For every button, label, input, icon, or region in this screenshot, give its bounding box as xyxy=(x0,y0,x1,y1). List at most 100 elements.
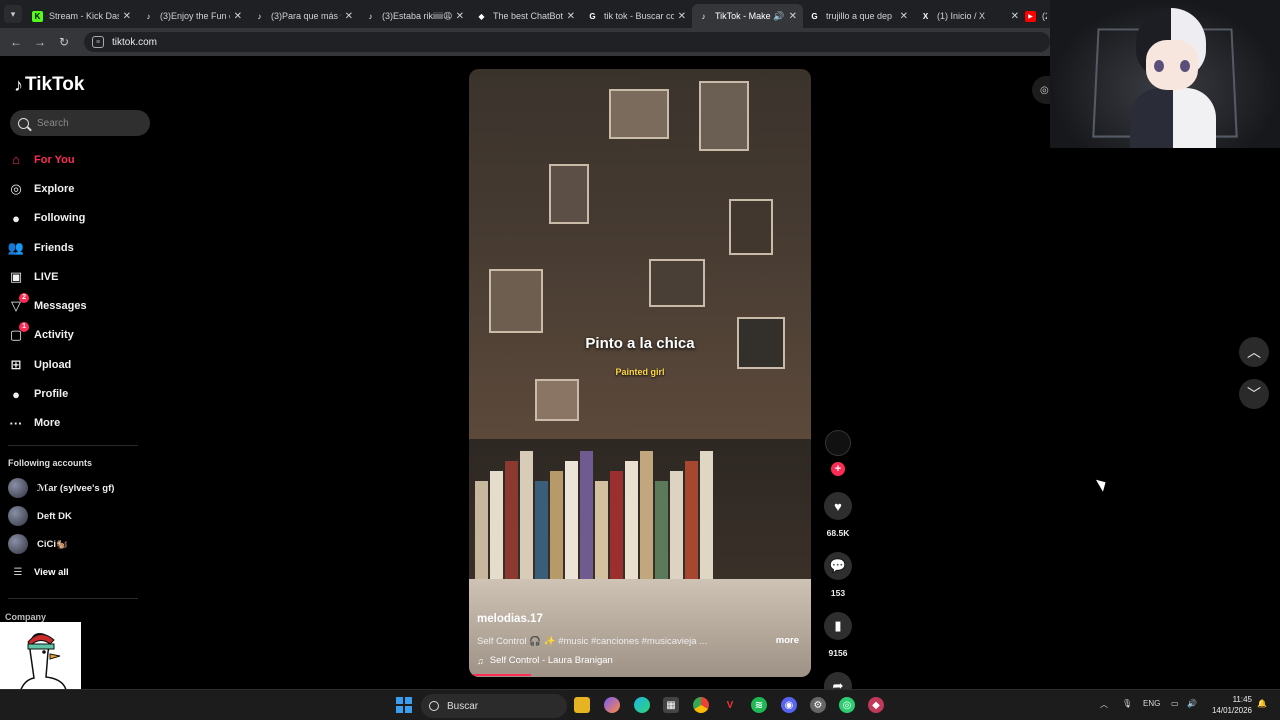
browser-tab[interactable]: X (1) Inicio / X ✕ xyxy=(914,4,1025,28)
nav-item-upload[interactable]: ⊞ Upload xyxy=(8,350,148,379)
discord-icon[interactable]: ◉ xyxy=(781,697,797,713)
back-button[interactable]: ← xyxy=(8,34,24,50)
browser-tab[interactable]: ♪ TikTok - Make 🔊 ✕ xyxy=(692,4,803,28)
comment-button[interactable]: 💬 xyxy=(824,552,852,580)
reload-button[interactable]: ↻ xyxy=(56,34,72,50)
following-account[interactable]: ℳar (sylvee's gf) xyxy=(8,478,114,498)
browser-tab[interactable]: K Stream - Kick Das ✕ xyxy=(26,4,137,28)
language-indicator[interactable]: ENG xyxy=(1143,699,1160,708)
browser-tab[interactable]: Gtrujillo a que dep ✕ xyxy=(803,4,914,28)
close-tab-icon[interactable]: ✕ xyxy=(789,11,797,22)
forward-button[interactable]: → xyxy=(32,34,48,50)
close-tab-icon[interactable]: ✕ xyxy=(234,11,242,22)
following-account[interactable]: Deft DK xyxy=(8,506,72,526)
nav-item-following[interactable]: ● Following xyxy=(8,204,148,233)
nav-item-live[interactable]: ▣ LIVE xyxy=(8,262,148,291)
upload-icon: ⊞ xyxy=(10,356,22,372)
chrome-icon[interactable] xyxy=(693,697,709,713)
comments-count: 153 xyxy=(830,588,846,598)
close-tab-icon[interactable]: ✕ xyxy=(345,11,353,22)
close-tab-icon[interactable]: ✕ xyxy=(900,11,908,22)
browser-tab[interactable]: ♪ (3)Estaba rikiiiii😩 ✕ xyxy=(359,4,470,28)
network-icon[interactable]: ▭ xyxy=(1171,699,1179,708)
tab-overflow[interactable]: ▶ (2 xyxy=(1025,4,1047,28)
tab-title: (3)Para que más ᵉ xyxy=(271,11,341,21)
nav-item-for-you[interactable]: ⌂ For You xyxy=(8,145,148,174)
nav-item-label: More xyxy=(34,417,61,430)
close-tab-icon[interactable]: ✕ xyxy=(123,11,131,22)
browser-tab[interactable]: ◆ The best ChatBot ✕ xyxy=(470,4,581,28)
windows-start-button[interactable] xyxy=(396,697,412,713)
follow-button[interactable]: + xyxy=(831,462,845,476)
app-icon[interactable]: ◆ xyxy=(868,697,884,713)
previous-video-button[interactable]: ︿ xyxy=(1239,337,1269,367)
notification-badge: 1 xyxy=(19,322,29,333)
video-author[interactable]: melodias.17 xyxy=(477,613,543,625)
browser-tab[interactable]: Gtik tok - Buscar co ✕ xyxy=(581,4,692,28)
settings-app-icon[interactable]: ⚙ xyxy=(810,697,826,713)
notifications-icon[interactable]: 🔔 xyxy=(1257,699,1267,708)
book-spine xyxy=(700,451,713,579)
book-spine xyxy=(625,461,638,579)
likes-count: 68.5K xyxy=(826,528,850,538)
next-video-button[interactable]: ﹀ xyxy=(1239,379,1269,409)
following-account[interactable]: CiCi🐿️ xyxy=(8,534,68,554)
search-input[interactable]: Search xyxy=(10,110,150,136)
nav-item-label: Activity xyxy=(34,329,74,342)
close-tab-icon[interactable]: ✕ xyxy=(678,11,686,22)
following-accounts-title: Following accounts xyxy=(8,458,93,468)
nav-item-label: Messages xyxy=(34,300,87,313)
nav-item-profile[interactable]: ● Profile xyxy=(8,379,148,408)
copilot-icon[interactable] xyxy=(604,697,620,713)
video-player[interactable]: Pinto a la chica Painted girl melodias.1… xyxy=(469,69,811,677)
more-icon: ··· xyxy=(9,415,23,431)
search-icon xyxy=(429,701,439,711)
divider xyxy=(8,598,138,599)
search-icon xyxy=(18,117,29,129)
logo-text: TikTok xyxy=(25,74,85,95)
app-icon[interactable]: ◎ xyxy=(839,697,855,713)
browser-tab[interactable]: ♪ (3)Para que más ᵉ ✕ xyxy=(248,4,359,28)
close-tab-icon[interactable]: ✕ xyxy=(456,11,464,22)
store-icon[interactable]: ▦ xyxy=(663,697,679,713)
edge-icon[interactable] xyxy=(634,697,650,713)
video-progress-bar[interactable] xyxy=(473,674,531,676)
tiktok-logo[interactable]: ♪ TikTok xyxy=(14,74,84,96)
file-explorer-icon[interactable] xyxy=(574,697,590,713)
author-avatar[interactable] xyxy=(825,430,851,456)
more-button[interactable]: more xyxy=(776,635,799,646)
nav-item-activity[interactable]: ▢ 1 Activity xyxy=(8,321,148,350)
tab-audio-icon[interactable]: 🔊 xyxy=(773,11,784,22)
nav-item-explore[interactable]: ◎ Explore xyxy=(8,174,148,203)
nav-item-more[interactable]: ··· More xyxy=(8,409,148,438)
nav-item-friends[interactable]: 👥 Friends xyxy=(8,233,148,262)
tab-title: TikTok - Make xyxy=(715,11,771,21)
tab-search-button[interactable]: ▾ xyxy=(4,5,22,23)
video-music[interactable]: ♫ Self Control - Laura Branigan xyxy=(477,655,613,666)
like-button[interactable]: ♥ xyxy=(824,492,852,520)
volume-icon[interactable]: 🔊 xyxy=(1187,699,1197,708)
saves-count: 9156 xyxy=(828,648,848,658)
taskbar-clock[interactable]: 11:45 14/01/2026 xyxy=(1204,694,1252,716)
tray-overflow-icon[interactable]: ︿ xyxy=(1100,699,1108,710)
spotify-icon[interactable]: ≋ xyxy=(751,697,767,713)
nav-item-messages[interactable]: ▽ 2 Messages xyxy=(8,291,148,320)
book-spine xyxy=(520,451,533,579)
close-tab-icon[interactable]: ✕ xyxy=(567,11,575,22)
tiktok-sidebar: ♪ TikTok Search ⌂ For You ◎ Explore ● Followi… xyxy=(0,60,156,690)
url-text: tiktok.com xyxy=(112,36,158,48)
company-heading[interactable]: Company xyxy=(5,612,46,622)
taskbar-search[interactable]: Buscar xyxy=(421,694,567,718)
google-icon: G xyxy=(589,11,596,21)
view-all-button[interactable]: ☰ View all xyxy=(8,567,69,578)
video-frame-photo xyxy=(489,269,543,333)
list-icon: ☰ xyxy=(13,567,23,578)
save-button[interactable]: ▮ xyxy=(824,612,852,640)
browser-tab[interactable]: ♪ (3)Enjoy the Fun o ✕ xyxy=(137,4,248,28)
site-info-icon[interactable]: ≡ xyxy=(92,36,104,48)
microphone-icon[interactable]: 🎙 xyxy=(1122,699,1132,708)
close-tab-icon[interactable]: ✕ xyxy=(1011,11,1019,22)
valorant-icon[interactable]: V xyxy=(722,697,738,713)
address-bar[interactable]: ≡ tiktok.com xyxy=(84,32,1050,52)
comment-icon: 💬 xyxy=(829,558,847,573)
